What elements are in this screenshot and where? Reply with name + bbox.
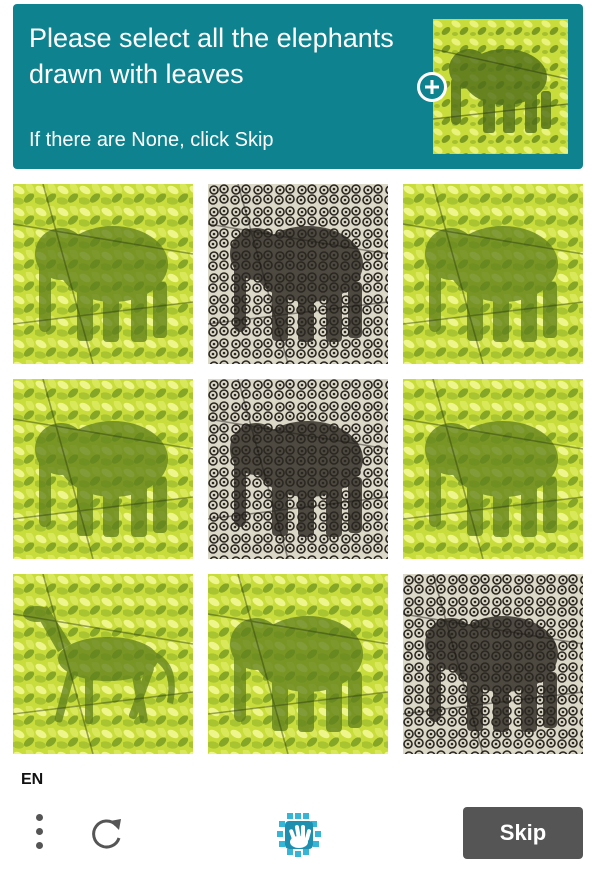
grid-tile-4[interactable] bbox=[13, 379, 193, 559]
grid-tile-1[interactable] bbox=[13, 184, 193, 364]
elephant-image bbox=[403, 574, 583, 754]
menu-button[interactable] bbox=[30, 812, 50, 852]
menu-dot bbox=[36, 842, 43, 849]
challenge-prompt: Please select all the elephants drawn wi… bbox=[29, 23, 394, 89]
elephant-image bbox=[13, 379, 193, 559]
menu-dot bbox=[36, 828, 43, 835]
grid-tile-3[interactable] bbox=[403, 184, 583, 364]
challenge-header: Please select all the elephants drawn wi… bbox=[13, 4, 583, 169]
grid-tile-6[interactable] bbox=[403, 379, 583, 559]
elephant-image bbox=[403, 379, 583, 559]
grid-tile-2[interactable] bbox=[208, 184, 388, 364]
example-zoom-button[interactable] bbox=[417, 72, 447, 102]
hcaptcha-logo bbox=[275, 811, 323, 859]
horse-image bbox=[13, 574, 193, 754]
plus-icon bbox=[425, 80, 439, 94]
refresh-icon bbox=[92, 819, 121, 849]
refresh-button[interactable] bbox=[88, 815, 126, 853]
elephant-image bbox=[403, 184, 583, 364]
example-image bbox=[433, 19, 568, 154]
elephant-image bbox=[13, 184, 193, 364]
elephant-image bbox=[208, 184, 388, 364]
menu-dots-icon bbox=[36, 814, 43, 821]
language-selector[interactable]: EN bbox=[21, 771, 43, 789]
elephant-image bbox=[208, 574, 388, 754]
elephant-image bbox=[208, 379, 388, 559]
grid-tile-9[interactable] bbox=[403, 574, 583, 754]
grid-tile-7[interactable] bbox=[13, 574, 193, 754]
grid-tile-5[interactable] bbox=[208, 379, 388, 559]
skip-button[interactable]: Skip bbox=[463, 807, 583, 859]
grid-tile-8[interactable] bbox=[208, 574, 388, 754]
hand-logo-icon bbox=[277, 813, 321, 857]
challenge-subtext: If there are None, click Skip bbox=[29, 129, 274, 151]
